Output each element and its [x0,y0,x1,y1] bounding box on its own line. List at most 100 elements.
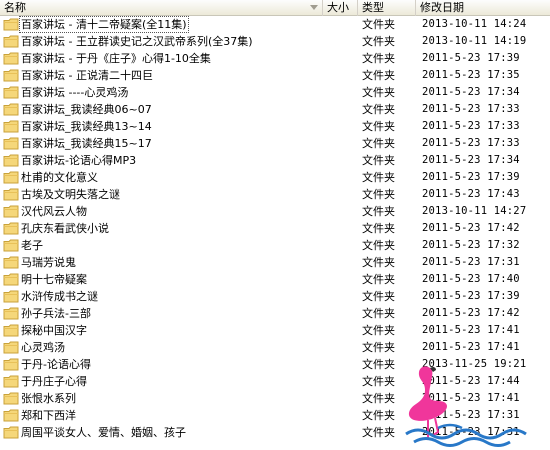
folder-name[interactable]: 郑和下西洋 [20,408,77,423]
list-item[interactable]: 心灵鸡汤 文件夹 2011-5-23 17:41 [0,339,550,356]
folder-modified-date: 2011-5-23 17:39 [422,171,520,183]
list-item[interactable]: 孙子兵法-三部 文件夹 2011-5-23 17:42 [0,305,550,322]
folder-icon [3,120,19,133]
folder-modified-date: 2013-10-11 14:19 [422,35,527,47]
folder-name[interactable]: 百家讲坛 - 王立群读史记之汉武帝系列(全37集) [20,34,254,49]
folder-type: 文件夹 [362,154,395,167]
folder-icon [3,18,19,31]
folder-icon [3,375,19,388]
folder-icon [3,341,19,354]
folder-name[interactable]: 张恨水系列 [20,391,77,406]
folder-type: 文件夹 [362,188,395,201]
folder-modified-date: 2013-10-11 14:24 [422,18,527,30]
folder-name[interactable]: 周国平谈女人、爱情、婚姻、孩子 [20,425,187,440]
folder-type: 文件夹 [362,137,395,150]
folder-modified-date: 2011-5-23 17:31 [422,256,520,268]
folder-name[interactable]: 于丹庄子心得 [20,374,88,389]
list-item[interactable]: 孔庆东看武侠小说 文件夹 2011-5-23 17:42 [0,220,550,237]
folder-name[interactable]: 于丹-论语心得 [20,357,92,372]
folder-icon [3,358,19,371]
list-item[interactable]: 马瑞芳说鬼 文件夹 2011-5-23 17:31 [0,254,550,271]
folder-icon [3,273,19,286]
folder-icon [3,239,19,252]
list-item[interactable]: 老子 文件夹 2011-5-23 17:32 [0,237,550,254]
column-header-date[interactable]: 修改日期 [416,0,550,16]
folder-name[interactable]: 杜甫的文化意义 [20,170,99,185]
list-item[interactable]: 杜甫的文化意义 文件夹 2011-5-23 17:39 [0,169,550,186]
folder-type: 文件夹 [362,18,395,31]
folder-icon [3,69,19,82]
folder-icon [3,188,19,201]
column-header-type-label: 类型 [362,1,384,14]
folder-icon [3,154,19,167]
folder-icon [3,52,19,65]
list-item[interactable]: 百家讲坛 - 正说清二十四巨 文件夹 2011-5-23 17:35 [0,67,550,84]
folder-type: 文件夹 [362,69,395,82]
folder-type: 文件夹 [362,171,395,184]
folder-modified-date: 2011-5-23 17:33 [422,103,520,115]
column-header-type[interactable]: 类型 [358,0,416,16]
folder-modified-date: 2011-5-23 17:35 [422,69,520,81]
folder-name[interactable]: 百家讲坛 ----心灵鸡汤 [20,85,129,100]
folder-type: 文件夹 [362,222,395,235]
folder-modified-date: 2011-5-23 17:41 [422,341,520,353]
list-item[interactable]: 明十七帝疑案 文件夹 2011-5-23 17:40 [0,271,550,288]
list-item[interactable]: 汉代风云人物 文件夹 2013-10-11 14:27 [0,203,550,220]
folder-name[interactable]: 汉代风云人物 [20,204,88,219]
list-item[interactable]: 探秘中国汉字 文件夹 2011-5-23 17:41 [0,322,550,339]
list-item[interactable]: 古埃及文明失落之谜 文件夹 2011-5-23 17:43 [0,186,550,203]
folder-name[interactable]: 百家讲坛_我读经典13~14 [20,119,153,134]
folder-type: 文件夹 [362,120,395,133]
column-header-size[interactable]: 大小 [323,0,358,16]
folder-name[interactable]: 百家讲坛 - 于丹《庄子》心得1-10全集 [20,51,212,66]
folder-type: 文件夹 [362,103,395,116]
folder-name[interactable]: 孔庆东看武侠小说 [20,221,110,236]
folder-icon [3,171,19,184]
folder-name[interactable]: 百家讲坛 - 正说清二十四巨 [20,68,154,83]
list-item[interactable]: 百家讲坛_我读经典06~07 文件夹 2011-5-23 17:33 [0,101,550,118]
folder-name[interactable]: 明十七帝疑案 [20,272,88,287]
column-header-name[interactable]: 名称 [0,0,323,16]
folder-modified-date: 2011-5-23 17:41 [422,324,520,336]
folder-name[interactable]: 百家讲坛_我读经典06~07 [20,102,153,117]
folder-modified-date: 2013-10-11 14:27 [422,205,527,217]
folder-name[interactable]: 心灵鸡汤 [20,340,66,355]
folder-type: 文件夹 [362,290,395,303]
flamingo-logo [405,366,527,447]
list-item[interactable]: 百家讲坛_我读经典15~17 文件夹 2011-5-23 17:33 [0,135,550,152]
list-item[interactable]: 百家讲坛 ----心灵鸡汤 文件夹 2011-5-23 17:34 [0,84,550,101]
folder-icon [3,103,19,116]
folder-type: 文件夹 [362,35,395,48]
folder-name[interactable]: 古埃及文明失落之谜 [20,187,121,202]
folder-type: 文件夹 [362,256,395,269]
folder-icon [3,409,19,422]
list-item[interactable]: 百家讲坛 - 于丹《庄子》心得1-10全集 文件夹 2011-5-23 17:39 [0,50,550,67]
folder-icon [3,324,19,337]
folder-name[interactable]: 孙子兵法-三部 [20,306,92,321]
folder-icon [3,35,19,48]
list-item[interactable]: 百家讲坛-论语心得MP3 文件夹 2011-5-23 17:34 [0,152,550,169]
folder-name[interactable]: 百家讲坛 - 清十二帝疑案(全11集) [19,16,189,33]
folder-type: 文件夹 [362,52,395,65]
folder-name[interactable]: 百家讲坛_我读经典15~17 [20,136,153,151]
folder-name[interactable]: 马瑞芳说鬼 [20,255,77,270]
folder-name[interactable]: 百家讲坛-论语心得MP3 [20,153,137,168]
folder-modified-date: 2011-5-23 17:39 [422,290,520,302]
column-header-bar: 名称 大小 类型 修改日期 [0,0,550,16]
list-item[interactable]: 百家讲坛_我读经典13~14 文件夹 2011-5-23 17:33 [0,118,550,135]
folder-icon [3,307,19,320]
column-header-size-label: 大小 [327,1,349,14]
list-item[interactable]: 水浒传成书之谜 文件夹 2011-5-23 17:39 [0,288,550,305]
folder-modified-date: 2011-5-23 17:32 [422,239,520,251]
list-item[interactable]: 百家讲坛 - 清十二帝疑案(全11集) 文件夹 2013-10-11 14:24 [0,16,550,33]
folder-name[interactable]: 老子 [20,238,44,253]
column-header-date-label: 修改日期 [420,1,464,14]
folder-type: 文件夹 [362,86,395,99]
folder-name[interactable]: 水浒传成书之谜 [20,289,99,304]
folder-modified-date: 2011-5-23 17:33 [422,120,520,132]
folder-icon [3,256,19,269]
folder-name[interactable]: 探秘中国汉字 [20,323,88,338]
folder-modified-date: 2011-5-23 17:39 [422,52,520,64]
list-item[interactable]: 百家讲坛 - 王立群读史记之汉武帝系列(全37集) 文件夹 2013-10-11 1… [0,33,550,50]
folder-modified-date: 2011-5-23 17:34 [422,86,520,98]
